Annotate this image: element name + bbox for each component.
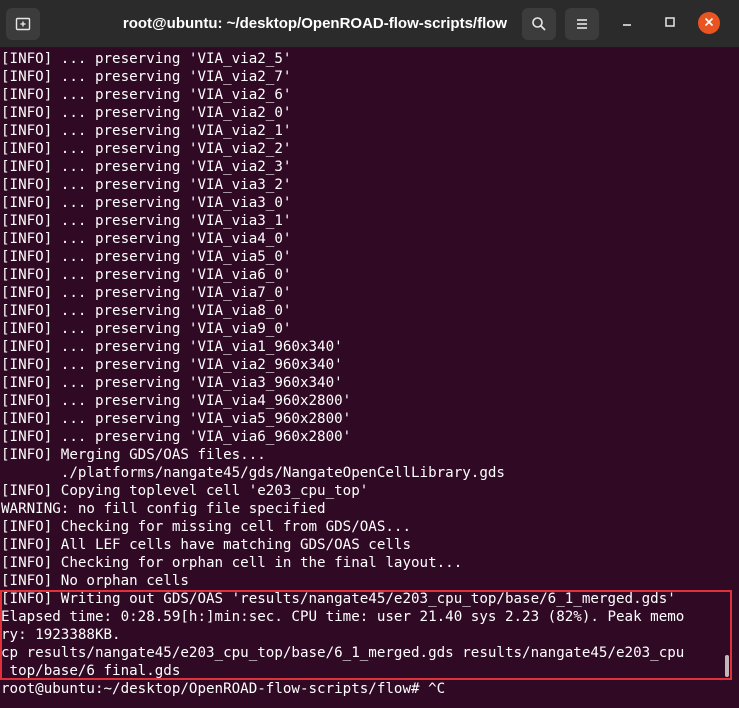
title-bar: root@ubuntu: ~/desktop/OpenROAD-flow-scr… — [0, 0, 739, 48]
terminal-line: WARNING: no fill config file specified — [1, 501, 326, 517]
menu-button[interactable] — [565, 8, 599, 40]
terminal-line: [INFO] ... preserving 'VIA_via9_0' — [1, 321, 292, 337]
shell-prompt-line: root@ubuntu:~/desktop/OpenROAD-flow-scri… — [1, 681, 446, 697]
terminal-line: [INFO] ... preserving 'VIA_via5_0' — [1, 249, 292, 265]
terminal-line: _top/base/6_final.gds — [1, 663, 181, 679]
terminal-line: ./platforms/nangate45/gds/NangateOpenCel… — [1, 465, 505, 481]
terminal-line: [INFO] ... preserving 'VIA_via2_1' — [1, 123, 292, 139]
minimize-button[interactable] — [617, 14, 637, 34]
scrollbar-track[interactable] — [731, 48, 739, 708]
terminal-line: [INFO] All LEF cells have matching GDS/O… — [1, 537, 411, 553]
terminal-line: [INFO] ... preserving 'VIA_via2_960x340' — [1, 357, 343, 373]
terminal-line: [INFO] ... preserving 'VIA_via3_960x340' — [1, 375, 343, 391]
terminal-line: [INFO] ... preserving 'VIA_via3_0' — [1, 195, 292, 211]
scrollbar-thumb[interactable] — [725, 655, 729, 677]
terminal-line: [INFO] ... preserving 'VIA_via2_3' — [1, 159, 292, 175]
terminal-output[interactable]: [INFO] ... preserving 'VIA_via2_5' [INFO]… — [0, 48, 730, 708]
search-icon — [531, 16, 547, 32]
terminal-line: [INFO] Checking for orphan cell in the f… — [1, 555, 463, 571]
terminal-line: [INFO] Merging GDS/OAS files... — [1, 447, 266, 463]
hamburger-menu-icon — [575, 17, 589, 31]
minimize-icon — [621, 15, 633, 33]
terminal-line: [INFO] ... preserving 'VIA_via1_960x340' — [1, 339, 343, 355]
terminal-line: Elapsed time: 0:28.59[h:]min:sec. CPU ti… — [1, 609, 685, 625]
terminal-line: [INFO] ... preserving 'VIA_via5_960x2800… — [1, 411, 352, 427]
terminal-line: [INFO] Writing out GDS/OAS 'results/nang… — [1, 591, 676, 607]
terminal-line: [INFO] ... preserving 'VIA_via2_0' — [1, 105, 292, 121]
close-button[interactable] — [698, 12, 720, 34]
terminal-line: [INFO] ... preserving 'VIA_via4_960x2800… — [1, 393, 352, 409]
terminal-line: [INFO] ... preserving 'VIA_via2_2' — [1, 141, 292, 157]
terminal-line: cp results/nangate45/e203_cpu_top/base/6… — [1, 645, 685, 661]
terminal-line: [INFO] ... preserving 'VIA_via2_7' — [1, 69, 292, 85]
terminal-line: ry: 1923388KB. — [1, 627, 121, 643]
maximize-button[interactable] — [660, 14, 680, 34]
terminal-line: [INFO] Checking for missing cell from GD… — [1, 519, 411, 535]
terminal-line: [INFO] ... preserving 'VIA_via3_2' — [1, 177, 292, 193]
terminal-line: [INFO] ... preserving 'VIA_via6_960x2800… — [1, 429, 352, 445]
terminal-line: [INFO] ... preserving 'VIA_via2_5' — [1, 51, 292, 67]
maximize-icon — [664, 15, 676, 33]
terminal-line: [INFO] ... preserving 'VIA_via3_1' — [1, 213, 292, 229]
window-title: root@ubuntu: ~/desktop/OpenROAD-flow-scr… — [122, 15, 508, 32]
terminal-window: root@ubuntu: ~/desktop/OpenROAD-flow-scr… — [0, 0, 739, 708]
close-icon — [704, 14, 714, 32]
terminal-line: [INFO] No orphan cells — [1, 573, 189, 589]
new-tab-icon — [15, 16, 31, 32]
terminal-line: [INFO] ... preserving 'VIA_via2_6' — [1, 87, 292, 103]
terminal-line: [INFO] ... preserving 'VIA_via7_0' — [1, 285, 292, 301]
search-button[interactable] — [522, 8, 556, 40]
terminal-line: [INFO] ... preserving 'VIA_via8_0' — [1, 303, 292, 319]
terminal-line: [INFO] ... preserving 'VIA_via4_0' — [1, 231, 292, 247]
terminal-line: [INFO] ... preserving 'VIA_via6_0' — [1, 267, 292, 283]
new-tab-button[interactable] — [6, 8, 40, 40]
terminal-line: [INFO] Copying toplevel cell 'e203_cpu_t… — [1, 483, 369, 499]
